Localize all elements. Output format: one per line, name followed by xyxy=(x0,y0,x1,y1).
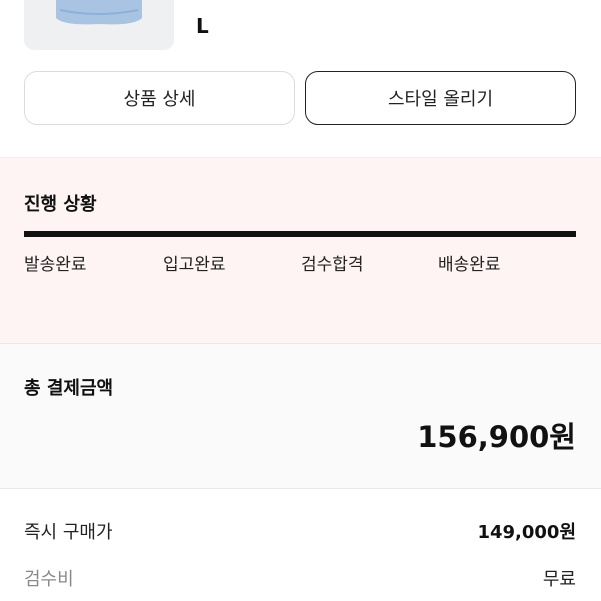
progress-section: 진행 상황 발송완료 입고완료 검수합격 배송완료 xyxy=(0,157,601,344)
progress-bar-fill xyxy=(24,231,576,237)
total-payment-amount: 156,900원 xyxy=(417,420,576,454)
step-delivered: 배송완료 xyxy=(438,255,501,275)
progress-title: 진행 상황 xyxy=(24,194,97,215)
instant-buy-price-label: 즉시 구매가 xyxy=(24,522,113,543)
progress-bar xyxy=(24,231,576,237)
product-thumbnail[interactable] xyxy=(24,0,174,50)
total-payment-section: 총 결제금액 156,900원 xyxy=(0,343,601,489)
upload-style-button[interactable]: 스타일 올리기 xyxy=(305,71,576,125)
inspection-fee-value: 무료 xyxy=(542,569,576,590)
size-label: L xyxy=(196,14,209,38)
product-summary: L xyxy=(0,0,601,62)
step-shipped: 발송완료 xyxy=(24,255,87,275)
hoodie-image xyxy=(56,0,142,25)
step-received: 입고완료 xyxy=(163,255,226,275)
product-detail-button[interactable]: 상품 상세 xyxy=(24,71,295,125)
inspection-fee-label: 검수비 xyxy=(24,569,74,590)
total-payment-title: 총 결제금액 xyxy=(24,378,114,399)
step-inspection-passed: 검수합격 xyxy=(301,255,364,275)
instant-buy-price-value: 149,000원 xyxy=(477,522,576,543)
